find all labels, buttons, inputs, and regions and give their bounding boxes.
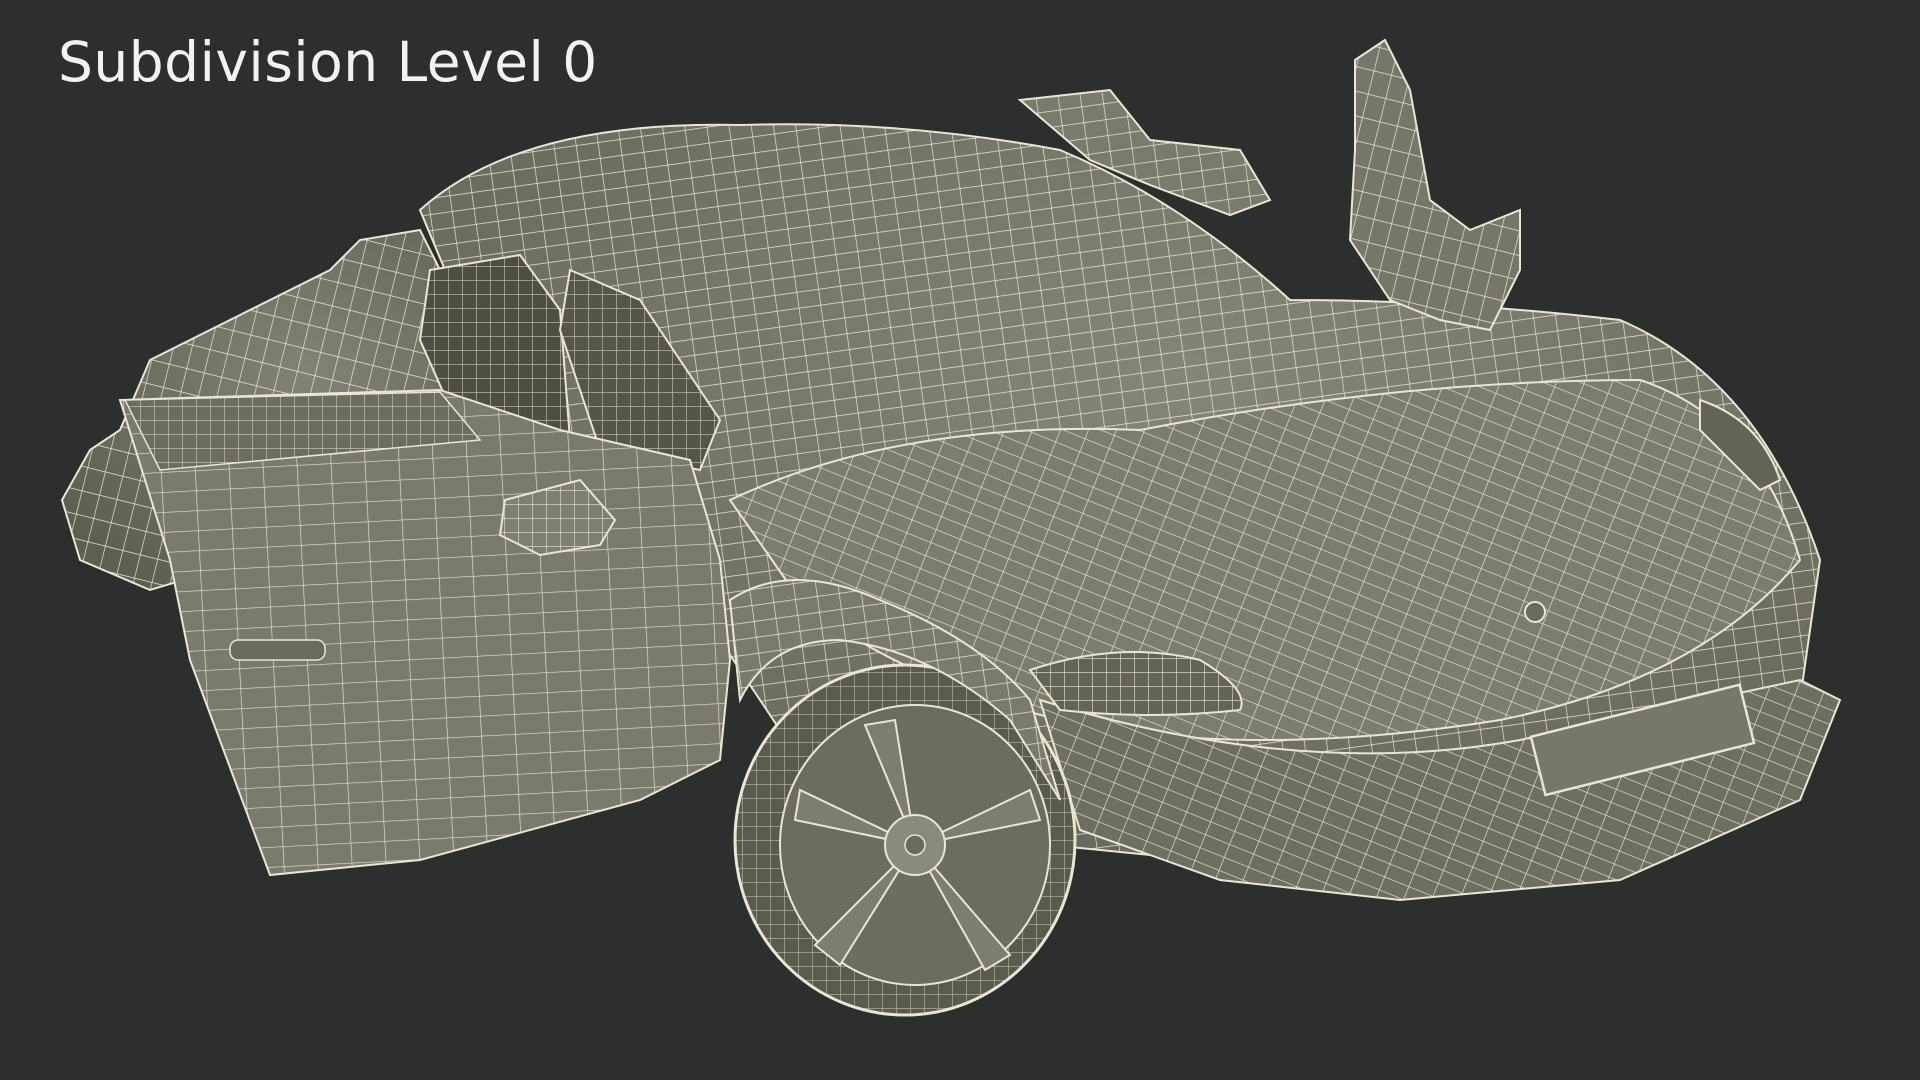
subdivision-level-caption: Subdivision Level 0 <box>58 30 598 94</box>
open-door-right <box>1348 38 1521 332</box>
open-door-left <box>118 388 732 877</box>
hood-badge <box>1524 601 1546 623</box>
car-wireframe-render <box>60 38 1842 1017</box>
door-handle <box>229 639 326 661</box>
render-viewport: Subdivision Level 0 <box>0 0 1920 1080</box>
